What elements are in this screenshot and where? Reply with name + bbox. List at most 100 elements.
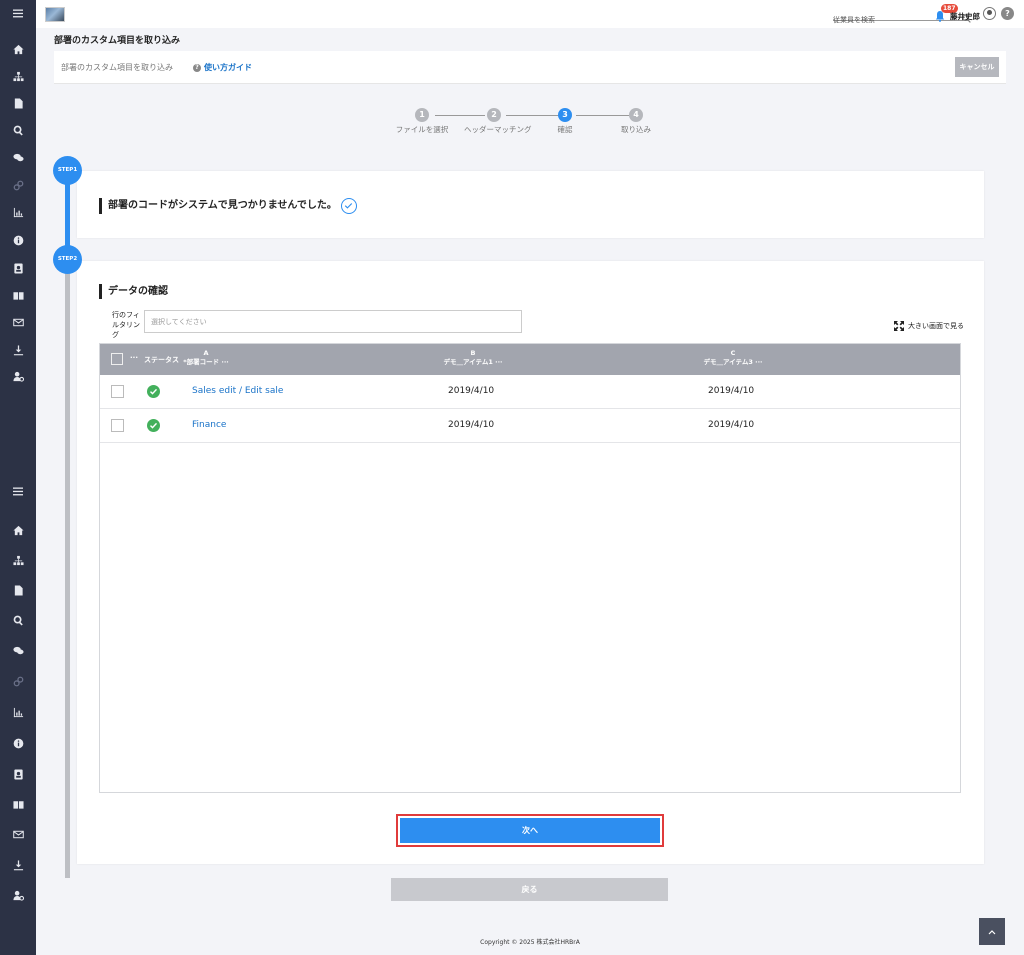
document-icon[interactable] bbox=[0, 580, 36, 600]
user-avatar-icon[interactable] bbox=[983, 7, 996, 20]
book-icon[interactable] bbox=[0, 794, 36, 814]
department-code-link[interactable]: Sales edit / Edit sale bbox=[192, 386, 283, 396]
step2-card: データの確認 行のフィルタリング 大きい画面で見る ··· ステータス A *部… bbox=[77, 261, 984, 864]
wizard-step-label: 確認 bbox=[557, 125, 573, 134]
column-letter: B bbox=[470, 349, 476, 357]
top-bar: 187 藤井史郎 ? bbox=[36, 0, 1024, 28]
wizard-step-number: 1 bbox=[415, 108, 429, 122]
column-name: デモ＿アイテム3 ··· bbox=[703, 358, 763, 366]
user-name[interactable]: 藤井史郎 bbox=[950, 11, 980, 22]
document-icon[interactable] bbox=[0, 93, 36, 113]
question-icon: ? bbox=[193, 63, 201, 72]
cell-item3: 2019/4/10 bbox=[708, 386, 755, 396]
wizard-step-number: 4 bbox=[629, 108, 643, 122]
chat-icon[interactable] bbox=[0, 147, 36, 167]
search-icon[interactable] bbox=[0, 610, 36, 630]
chevron-up-icon bbox=[988, 929, 996, 934]
page-title: 部署のカスタム項目を取り込み bbox=[54, 36, 181, 46]
row-filter-label: 行のフィルタリング bbox=[112, 311, 140, 339]
home-icon[interactable] bbox=[0, 520, 36, 540]
wizard-step-4: 4 取り込み bbox=[606, 108, 666, 135]
breadcrumb: 部署のカスタム項目を取り込み bbox=[61, 63, 173, 72]
big-view-link[interactable]: 大きい画面で見る bbox=[894, 321, 964, 331]
usage-guide-label: 使い方ガイド bbox=[204, 63, 252, 72]
home-icon[interactable] bbox=[0, 39, 36, 59]
usage-guide-link[interactable]: ? 使い方ガイド bbox=[193, 62, 252, 73]
page-header-card: 部署のカスタム項目を取り込み ? 使い方ガイド キャンセル bbox=[54, 51, 1006, 84]
link-icon[interactable] bbox=[0, 671, 36, 691]
cell-item1: 2019/4/10 bbox=[448, 420, 495, 430]
copyright: Copyright © 2025 株式会社HRBrA bbox=[480, 939, 580, 946]
mail-icon[interactable] bbox=[0, 312, 36, 332]
table-row: Finance 2019/4/10 2019/4/10 bbox=[100, 409, 960, 443]
contact-icon[interactable] bbox=[0, 764, 36, 784]
sidebar bbox=[0, 0, 36, 478]
user-settings-icon[interactable] bbox=[0, 885, 36, 905]
column-name: *部署コード ··· bbox=[183, 358, 229, 366]
wizard-step-3: 3 確認 bbox=[535, 108, 595, 135]
wizard-step-label: ヘッダーマッチング bbox=[464, 125, 532, 134]
table-header: ··· ステータス A *部署コード ··· B デモ＿アイテム1 ··· C … bbox=[100, 344, 960, 375]
step1-card: 部署のコードがシステムで見つかりませんでした。 bbox=[77, 171, 984, 238]
status-column-header: ステータス bbox=[144, 356, 179, 364]
wizard-step-2: 2 ヘッダーマッチング bbox=[464, 108, 532, 135]
step1-message: 部署のコードがシステムで見つかりませんでした。 bbox=[99, 198, 337, 214]
user-settings-icon[interactable] bbox=[0, 366, 36, 386]
cancel-button[interactable]: キャンセル bbox=[955, 57, 999, 77]
row-checkbox[interactable] bbox=[111, 385, 124, 398]
mail-icon[interactable] bbox=[0, 824, 36, 844]
cell-item3: 2019/4/10 bbox=[708, 420, 755, 430]
sidebar-duplicate bbox=[0, 478, 36, 955]
success-check-icon bbox=[147, 419, 160, 432]
link-icon[interactable] bbox=[0, 175, 36, 195]
menu-icon[interactable] bbox=[0, 481, 36, 501]
header-menu-icon[interactable]: ··· bbox=[130, 354, 138, 362]
column-header-b[interactable]: B デモ＿アイテム1 ··· bbox=[418, 349, 528, 367]
expand-icon bbox=[894, 321, 904, 331]
search-icon[interactable] bbox=[0, 120, 36, 140]
column-letter: A bbox=[203, 349, 209, 357]
column-header-a[interactable]: A *部署コード ··· bbox=[180, 349, 232, 367]
step1-badge: STEP1 bbox=[53, 156, 82, 185]
wizard-step-number: 3 bbox=[558, 108, 572, 122]
help-icon[interactable]: ? bbox=[1001, 7, 1014, 20]
check-circle-icon bbox=[341, 198, 357, 214]
wizard-step-1: 1 ファイルを選択 bbox=[392, 108, 452, 135]
info-icon[interactable] bbox=[0, 230, 36, 250]
back-button[interactable]: 戻る bbox=[391, 878, 668, 901]
data-table: ··· ステータス A *部署コード ··· B デモ＿アイテム1 ··· C … bbox=[99, 343, 961, 793]
contact-icon[interactable] bbox=[0, 258, 36, 278]
import-wizard-steps: 1 ファイルを選択 2 ヘッダーマッチング 3 確認 4 取り込み bbox=[390, 108, 660, 136]
info-icon[interactable] bbox=[0, 733, 36, 753]
big-view-label: 大きい画面で見る bbox=[908, 322, 964, 330]
wizard-step-label: ファイルを選択 bbox=[395, 125, 449, 134]
chart-icon[interactable] bbox=[0, 702, 36, 722]
org-chart-icon[interactable] bbox=[0, 550, 36, 570]
step2-badge: STEP2 bbox=[53, 245, 82, 274]
scroll-to-top-button[interactable] bbox=[979, 918, 1005, 945]
wizard-step-label: 取り込み bbox=[621, 125, 651, 134]
row-checkbox[interactable] bbox=[111, 419, 124, 432]
menu-icon[interactable] bbox=[0, 3, 36, 23]
table-row: Sales edit / Edit sale 2019/4/10 2019/4/… bbox=[100, 375, 960, 409]
chat-icon[interactable] bbox=[0, 640, 36, 660]
select-all-checkbox[interactable] bbox=[111, 353, 123, 365]
next-button[interactable]: 次へ bbox=[400, 818, 660, 843]
column-letter: C bbox=[730, 349, 736, 357]
download-icon[interactable] bbox=[0, 340, 36, 360]
department-code-link[interactable]: Finance bbox=[192, 420, 226, 430]
column-name: デモ＿アイテム1 ··· bbox=[443, 358, 503, 366]
step-timeline bbox=[65, 170, 70, 878]
company-logo[interactable] bbox=[45, 7, 65, 22]
success-check-icon bbox=[147, 385, 160, 398]
column-header-c[interactable]: C デモ＿アイテム3 ··· bbox=[678, 349, 788, 367]
book-icon[interactable] bbox=[0, 285, 36, 305]
cell-item1: 2019/4/10 bbox=[448, 386, 495, 396]
chart-icon[interactable] bbox=[0, 202, 36, 222]
employee-search-input[interactable] bbox=[833, 13, 951, 27]
section-title: データの確認 bbox=[99, 284, 168, 299]
org-chart-icon[interactable] bbox=[0, 66, 36, 86]
download-icon[interactable] bbox=[0, 855, 36, 875]
wizard-step-number: 2 bbox=[487, 108, 501, 122]
row-filter-select[interactable] bbox=[144, 310, 522, 333]
